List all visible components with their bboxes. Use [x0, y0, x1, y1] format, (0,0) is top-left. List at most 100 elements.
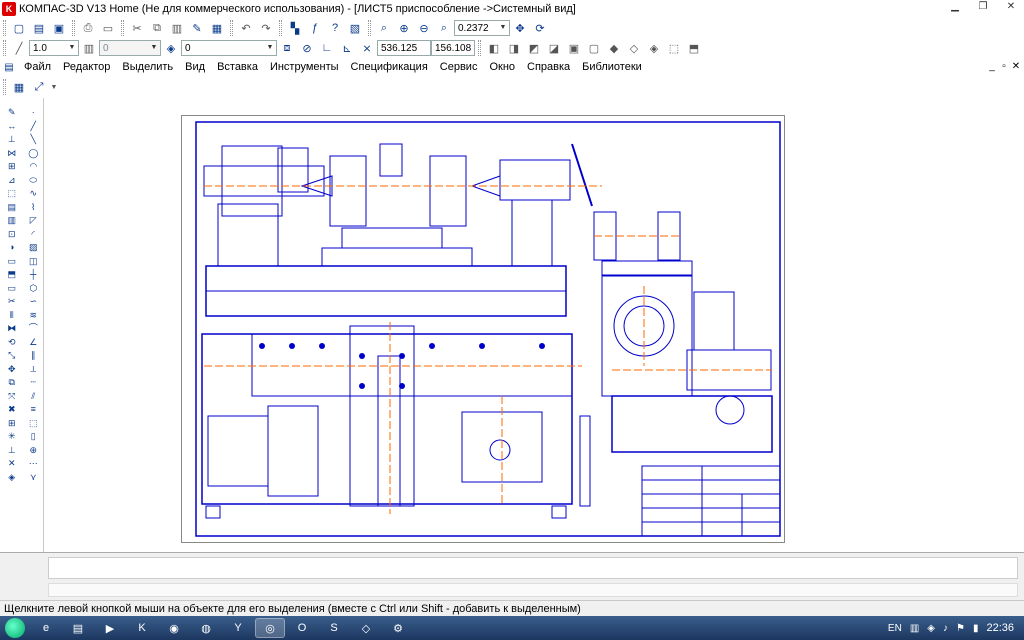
properties-panel-content[interactable]: [48, 557, 1018, 579]
geometry-tool-icon[interactable]: ✎: [2, 106, 22, 119]
menu-editor[interactable]: Редактор: [57, 58, 116, 76]
doc-close-icon[interactable]: ✕: [1010, 58, 1022, 76]
new-file-icon[interactable]: ▢: [10, 19, 28, 37]
properties-icon[interactable]: ✎: [188, 19, 206, 37]
chevron-down-icon[interactable]: ▼: [265, 42, 275, 54]
measure-tool-icon[interactable]: ⊿: [2, 174, 22, 187]
menu-file[interactable]: Файл: [18, 58, 57, 76]
orthogonal-icon[interactable]: ∟: [318, 39, 336, 57]
formula-icon[interactable]: ƒ: [306, 19, 324, 37]
hatch-tool-icon[interactable]: ▨: [24, 241, 44, 254]
taskbar-opera-icon[interactable]: O: [287, 618, 317, 638]
variables-icon[interactable]: ▧: [346, 19, 364, 37]
menu-view[interactable]: Вид: [179, 58, 211, 76]
taskbar-media-icon[interactable]: ▶: [95, 618, 125, 638]
select-tool-icon[interactable]: ⬚: [2, 187, 22, 200]
menu-specification[interactable]: Спецификация: [345, 58, 434, 76]
zoom-window-icon[interactable]: ⌕: [375, 19, 393, 37]
wireframe-icon[interactable]: ◈: [645, 39, 663, 57]
toolbar-grip[interactable]: [3, 20, 6, 36]
angle-snap-icon[interactable]: ⊾: [338, 39, 356, 57]
filter-tool-icon[interactable]: ⋎: [24, 471, 44, 484]
spline-tool-icon[interactable]: ∿: [24, 187, 44, 200]
language-indicator[interactable]: EN: [888, 623, 902, 634]
no-entry-icon[interactable]: ⊘: [298, 39, 316, 57]
symbols-tool-icon[interactable]: ⊥: [2, 133, 22, 146]
fillet-tool-icon[interactable]: ◜: [24, 228, 44, 241]
rectangle-tool-icon[interactable]: ▭: [2, 282, 22, 295]
more-tools-icon[interactable]: ⋯: [24, 457, 44, 470]
taskbar-app-icon[interactable]: ◇: [351, 618, 381, 638]
taskbar-ie-icon[interactable]: e: [31, 618, 61, 638]
coordinates-icon[interactable]: ⨯: [358, 39, 376, 57]
coord-y-field[interactable]: 156.108: [431, 40, 475, 56]
doc-restore-icon[interactable]: ▫: [998, 58, 1010, 76]
rotate-tool-icon[interactable]: ⟲: [2, 336, 22, 349]
tray-network-icon[interactable]: ▥: [910, 623, 919, 634]
copy-icon[interactable]: ⧉: [148, 19, 166, 37]
polygon-tool-icon[interactable]: ⬡: [24, 282, 44, 295]
cut-icon[interactable]: ✂: [128, 19, 146, 37]
fragment-tool-icon[interactable]: ▭: [2, 255, 22, 268]
menu-libraries[interactable]: Библиотеки: [576, 58, 648, 76]
layer-manager-icon[interactable]: ◈: [2, 471, 22, 484]
taskbar-firefox-icon[interactable]: ◍: [191, 618, 221, 638]
chevron-down-icon[interactable]: ▼: [50, 78, 58, 96]
layers-icon[interactable]: ◈: [162, 39, 180, 57]
menu-select[interactable]: Выделить: [116, 58, 179, 76]
layer-combo[interactable]: 0 ▼: [99, 40, 161, 56]
scale-tool-icon[interactable]: ⤡: [2, 349, 22, 362]
shaded-icon[interactable]: ◇: [625, 39, 643, 57]
arc-tool-icon[interactable]: ◠: [24, 160, 44, 173]
graph-tool-icon[interactable]: ◑: [2, 241, 22, 254]
dimensions-tool-icon[interactable]: ↔: [2, 120, 22, 133]
view-bottom-icon[interactable]: ◪: [545, 39, 563, 57]
collect-contour-icon[interactable]: ⬚: [24, 417, 44, 430]
copy-tool-icon[interactable]: ⧉: [2, 376, 22, 389]
view-top-icon[interactable]: ◩: [525, 39, 543, 57]
taskbar-skype-icon[interactable]: S: [319, 618, 349, 638]
bisector-tool-icon[interactable]: ∠: [24, 336, 44, 349]
zoom-icon[interactable]: ⌕: [435, 19, 453, 37]
view-left-icon[interactable]: ▣: [565, 39, 583, 57]
tray-signal-icon[interactable]: ▮: [973, 623, 979, 634]
zoom-in-icon[interactable]: ⊕: [395, 19, 413, 37]
mirror-tool-icon[interactable]: ⧓: [2, 322, 22, 335]
pan-icon[interactable]: ✥: [511, 19, 529, 37]
menu-window[interactable]: Окно: [483, 58, 521, 76]
x-tool-icon[interactable]: ✕: [2, 457, 22, 470]
print-icon[interactable]: ⎙: [79, 19, 97, 37]
paste-icon[interactable]: ▥: [168, 19, 186, 37]
explode-tool-icon[interactable]: ✳: [2, 430, 22, 443]
delete-tool-icon[interactable]: ✖: [2, 403, 22, 416]
break-tool-icon[interactable]: ⫽: [24, 390, 44, 403]
clear-area-icon[interactable]: ▯: [24, 430, 44, 443]
view-right-icon[interactable]: ▢: [585, 39, 603, 57]
refresh-icon[interactable]: ⟳: [531, 19, 549, 37]
spec-tool-icon[interactable]: ▤: [2, 201, 22, 214]
parametrization-icon[interactable]: ⊞: [2, 160, 22, 173]
segment-tool-icon[interactable]: ╲: [24, 133, 44, 146]
coord-x-field[interactable]: 536.125: [377, 40, 431, 56]
zoom-out-icon[interactable]: ⊖: [415, 19, 433, 37]
chevron-down-icon[interactable]: ▼: [498, 22, 508, 34]
chevron-down-icon[interactable]: ▼: [67, 42, 77, 54]
line-tool-icon[interactable]: ╱: [24, 120, 44, 133]
insert-tool-icon[interactable]: ⊡: [2, 228, 22, 241]
snap-tool-icon[interactable]: ⊕: [24, 444, 44, 457]
parallel-tool-icon[interactable]: ∥: [24, 349, 44, 362]
edit-tool-icon[interactable]: ⋈: [2, 147, 22, 160]
manager-icon[interactable]: ▚: [286, 19, 304, 37]
taskbar-active-app-icon[interactable]: ◎: [255, 618, 285, 638]
minimize-icon[interactable]: ▁: [942, 0, 968, 14]
chamfer-tool-icon[interactable]: ◸: [24, 214, 44, 227]
menu-service[interactable]: Сервис: [434, 58, 484, 76]
zoom-scale-combo[interactable]: 0.2372 ▼: [454, 20, 510, 36]
style-combo[interactable]: 0 ▼: [181, 40, 277, 56]
open-folder-icon[interactable]: ▤: [30, 19, 48, 37]
taskbar-explorer-icon[interactable]: ▤: [63, 618, 93, 638]
toolbar-grip[interactable]: [3, 79, 6, 95]
undo-icon[interactable]: ↶: [237, 19, 255, 37]
menu-insert[interactable]: Вставка: [211, 58, 264, 76]
offset-tool-icon[interactable]: ⫴: [2, 309, 22, 322]
